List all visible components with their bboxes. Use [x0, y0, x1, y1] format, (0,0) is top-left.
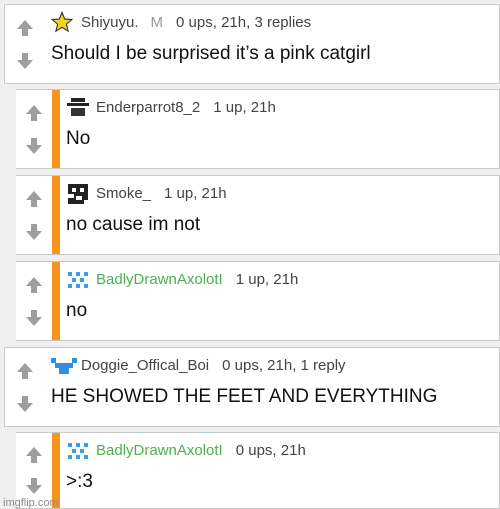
comment-text: >:3 [66, 471, 93, 492]
upvote-button[interactable] [11, 14, 39, 42]
axolotl-pixel-avatar [66, 268, 90, 290]
up-arrow-icon [26, 446, 42, 463]
star-icon [50, 10, 75, 33]
comment-item: Shiyuyu. M 0 ups, 21h, 3 replies Should … [4, 4, 500, 84]
comment-text: HE SHOWED THE FEET AND EVERYTHING [51, 386, 438, 407]
comment-text: no cause im not [66, 214, 201, 235]
vote-controls [16, 90, 52, 168]
vote-controls [16, 176, 52, 254]
downvote-button[interactable] [20, 132, 48, 160]
comment-text: no [66, 300, 88, 321]
reply-thread-bar [52, 262, 60, 340]
reply-item: Enderparrot8_2 1 up, 21h No [16, 89, 500, 169]
comment-meta: BadlyDrawnAxolotI 1 up, 21h [66, 267, 493, 291]
down-arrow-icon [26, 309, 42, 326]
comment-stats: 1 up, 21h [164, 184, 227, 202]
mod-badge: M [150, 13, 164, 31]
reply-item: BadlyDrawnAxolotI 1 up, 21h no [16, 261, 500, 341]
downvote-button[interactable] [11, 47, 39, 75]
comment-stats: 0 ups, 21h, 1 reply [222, 356, 346, 374]
down-arrow-icon [26, 223, 42, 240]
down-arrow-icon [17, 52, 33, 69]
axolotl-pixel-avatar [66, 439, 90, 461]
comment-item: Doggie_Offical_Boi 0 ups, 21h, 1 reply H… [4, 347, 500, 427]
downvote-button[interactable] [11, 390, 39, 418]
username-link[interactable]: Doggie_Offical_Boi [81, 357, 209, 374]
upvote-button[interactable] [20, 441, 48, 469]
up-arrow-icon [17, 362, 33, 379]
up-arrow-icon [26, 276, 42, 293]
username-link[interactable]: Enderparrot8_2 [96, 99, 200, 116]
pixel-hat-avatar [66, 96, 90, 118]
comment-text: No [66, 128, 91, 149]
username-link[interactable]: Shiyuyu. [81, 14, 139, 31]
up-arrow-icon [26, 190, 42, 207]
username-link[interactable]: BadlyDrawnAxolotI [96, 442, 223, 459]
upvote-button[interactable] [11, 357, 39, 385]
username-link[interactable]: Smoke_ [96, 185, 151, 202]
up-arrow-icon [17, 19, 33, 36]
reply-thread-bar [52, 176, 60, 254]
downvote-button[interactable] [20, 218, 48, 246]
comment-meta: BadlyDrawnAxolotI 0 ups, 21h [66, 438, 493, 462]
reply-item: BadlyDrawnAxolotI 0 ups, 21h >:3 [16, 432, 500, 509]
username-link[interactable]: BadlyDrawnAxolotI [96, 271, 223, 288]
comment-stats: 0 ups, 21h, 3 replies [176, 13, 312, 31]
up-arrow-icon [26, 104, 42, 121]
reply-thread-bar [52, 90, 60, 168]
pixel-face-avatar [66, 182, 90, 204]
comment-meta: Shiyuyu. M 0 ups, 21h, 3 replies [50, 10, 493, 34]
comment-stats: 1 up, 21h [213, 98, 276, 116]
comment-stats: 1 up, 21h [235, 270, 299, 288]
comment-text: Should I be surprised it’s a pink catgir… [51, 43, 371, 64]
comment-meta: Smoke_ 1 up, 21h [66, 181, 493, 205]
upvote-button[interactable] [20, 99, 48, 127]
upvote-button[interactable] [20, 185, 48, 213]
blue-pixel-avatar [51, 354, 77, 376]
reply-item: Smoke_ 1 up, 21h no cause im not [16, 175, 500, 255]
down-arrow-icon [26, 478, 42, 495]
comment-meta: Enderparrot8_2 1 up, 21h [66, 95, 493, 119]
comment-stats: 0 ups, 21h [235, 441, 306, 459]
vote-controls [16, 262, 52, 340]
upvote-button[interactable] [20, 271, 48, 299]
comment-meta: Doggie_Offical_Boi 0 ups, 21h, 1 reply [51, 353, 493, 377]
down-arrow-icon [26, 137, 42, 154]
down-arrow-icon [17, 395, 33, 412]
watermark: imgflip.com [3, 497, 59, 509]
vote-controls [5, 5, 45, 83]
vote-controls [5, 348, 45, 426]
downvote-button[interactable] [20, 304, 48, 332]
